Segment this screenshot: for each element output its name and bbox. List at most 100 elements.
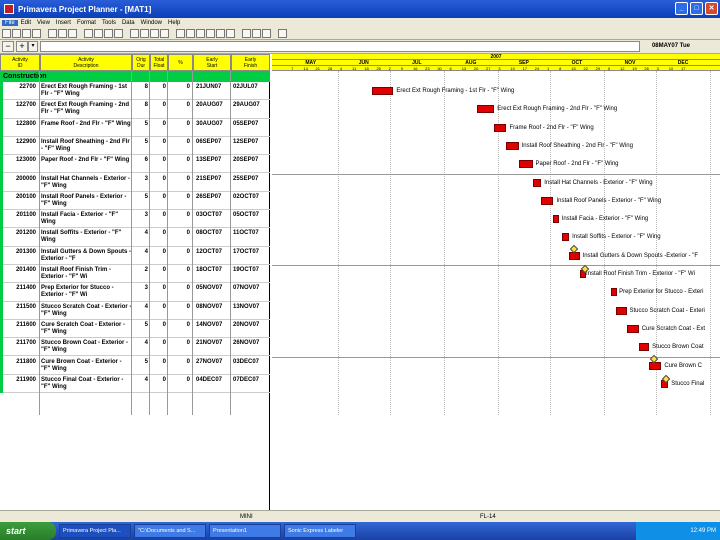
menu-tools[interactable]: Tools — [99, 20, 119, 26]
activity-description: Prep Exterior for Stucco - Exterior - "F… — [41, 285, 114, 299]
col-activity-description[interactable]: Activity Description — [40, 54, 132, 71]
activity-bar[interactable] — [506, 141, 519, 150]
level-icon[interactable] — [140, 29, 149, 38]
activity-bar[interactable] — [638, 343, 650, 352]
zoom-in-icon[interactable] — [176, 29, 185, 38]
activity-bar[interactable] — [553, 215, 560, 224]
dropdown-arrow-icon[interactable]: ▾ — [28, 41, 38, 52]
schedule-icon[interactable] — [130, 29, 139, 38]
activity-table: Activity ID Activity Description Orig Dur T… — [0, 54, 270, 510]
menu-view[interactable]: View — [34, 20, 53, 26]
activity-bar[interactable] — [616, 306, 627, 315]
activity-id: 201200 — [15, 230, 36, 237]
activity-bar[interactable] — [494, 123, 507, 132]
early-start: 20AUG07 — [196, 102, 223, 109]
total-float: 0 — [162, 157, 166, 164]
bar-label: Prep Exterior for Stucco - Exteri — [619, 289, 704, 296]
total-float: 0 — [162, 358, 166, 365]
activity-bar[interactable] — [626, 324, 639, 333]
start-button[interactable]: start — [0, 522, 56, 540]
menu-edit[interactable]: Edit — [18, 20, 34, 26]
activity-bar[interactable] — [532, 178, 542, 187]
early-finish: 03DEC07 — [233, 358, 260, 365]
timescale-day: 1 — [546, 66, 550, 71]
percent-complete: 0 — [186, 303, 190, 310]
activity-id: 122800 — [15, 120, 36, 127]
activity-bar[interactable] — [518, 160, 533, 169]
paste-icon[interactable] — [68, 29, 77, 38]
percent-complete: 0 — [186, 230, 190, 237]
find-icon[interactable] — [104, 29, 113, 38]
timescale-icon[interactable] — [196, 29, 205, 38]
total-float: 0 — [162, 84, 166, 90]
col-percent[interactable]: % — [168, 54, 193, 71]
chart-icon[interactable] — [242, 29, 251, 38]
menu-file[interactable]: File — [2, 20, 18, 26]
pert-icon[interactable] — [206, 29, 215, 38]
timescale-day: 28 — [327, 66, 333, 71]
task-primavera[interactable]: Primavera Project Pla... — [59, 524, 131, 538]
layout-icon[interactable] — [114, 29, 123, 38]
bar-label: Cure Scratch Coat - Ext — [641, 325, 706, 332]
activity-bar[interactable] — [562, 233, 570, 242]
bar-label: Stucco Final — [671, 380, 705, 387]
copy-icon[interactable] — [58, 29, 67, 38]
open-folder-icon[interactable] — [12, 29, 21, 38]
menu-insert[interactable]: Insert — [53, 20, 74, 26]
task-documents[interactable]: "C:\Documents and S... — [134, 524, 206, 538]
early-finish: 02OCT07 — [233, 193, 260, 200]
menu-data[interactable]: Data — [119, 20, 138, 26]
menu-window[interactable]: Window — [138, 20, 165, 26]
activity-id: 123000 — [15, 157, 36, 164]
timescale-days: 7 14 21 28 4 11 18 25 2 9 16 23 30 6 13 20 27 3 10 17 24 1 8 15… — [272, 66, 720, 71]
activity-bar[interactable] — [541, 196, 554, 205]
resources-icon[interactable] — [94, 29, 103, 38]
activity-form-icon[interactable] — [84, 29, 93, 38]
close-button[interactable]: ✕ — [705, 2, 718, 15]
col-early-finish[interactable]: Early Finish — [231, 54, 270, 71]
activity-id: 122900 — [15, 138, 36, 145]
collapse-button[interactable]: − — [2, 41, 14, 52]
activity-bar[interactable] — [610, 288, 617, 297]
expand-button[interactable]: + — [16, 41, 28, 52]
bar-icon[interactable] — [216, 29, 225, 38]
activity-bar[interactable] — [649, 361, 662, 370]
filter-icon[interactable] — [160, 29, 169, 38]
help-icon[interactable] — [278, 29, 287, 38]
zoom-out-icon[interactable] — [186, 29, 195, 38]
bar-label: Erect Ext Rough Framing - 2nd Flr - "F" … — [497, 106, 618, 113]
early-finish: 11OCT07 — [233, 230, 259, 237]
activity-description: Cure Scratch Coat - Exterior - "F" Wing — [41, 321, 126, 335]
report-icon[interactable] — [252, 29, 261, 38]
print-icon[interactable] — [32, 29, 41, 38]
col-total-float[interactable]: Total Float — [150, 54, 168, 71]
progress-icon[interactable] — [226, 29, 235, 38]
percent-complete: 0 — [186, 193, 190, 200]
col-activity-id[interactable]: Activity ID — [0, 54, 40, 71]
percent-complete: 0 — [186, 248, 190, 255]
minimize-button[interactable]: _ — [675, 2, 688, 15]
bar-label: Install Facia - Exterior - "F" Wing — [561, 216, 649, 223]
timescale-day: 22 — [583, 66, 588, 71]
save-icon[interactable] — [22, 29, 31, 38]
app-icon — [4, 4, 14, 14]
taskbar: start Primavera Project Pla... "C:\Docum… — [0, 522, 720, 540]
early-finish: 29AUG07 — [233, 102, 260, 109]
edit-field[interactable] — [40, 41, 640, 52]
activity-id: 200000 — [15, 175, 36, 182]
toolbar — [0, 28, 720, 40]
activity-id: 200100 — [15, 193, 36, 200]
cut-icon[interactable] — [48, 29, 57, 38]
new-file-icon[interactable] — [2, 29, 11, 38]
web-icon[interactable] — [262, 29, 271, 38]
col-early-start[interactable]: Early Start — [193, 54, 231, 71]
col-orig-dur[interactable]: Orig Dur — [132, 54, 150, 71]
task-presentation[interactable]: Presentation1 — [209, 524, 281, 538]
maximize-button[interactable]: □ — [690, 2, 703, 15]
organize-icon[interactable] — [150, 29, 159, 38]
task-sonic-labeler[interactable]: Sonic Express Labeler — [284, 524, 356, 538]
activity-bar[interactable] — [476, 105, 495, 114]
activity-bar[interactable] — [372, 87, 394, 95]
menu-format[interactable]: Format — [74, 20, 99, 26]
menu-help[interactable]: Help — [165, 20, 183, 26]
